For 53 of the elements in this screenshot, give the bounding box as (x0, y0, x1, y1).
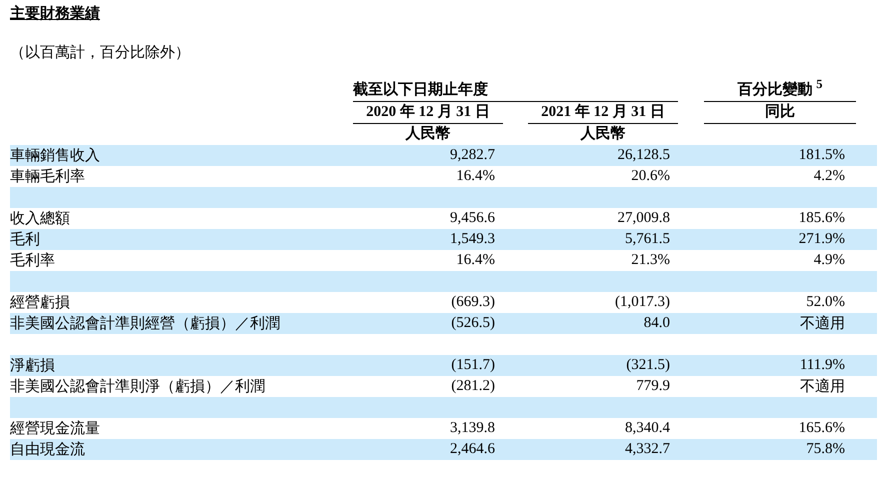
table-cell-text: 3,139.8 (449, 420, 496, 437)
column-header: 百分比變動 $^{5}$ (704, 80, 856, 102)
table-cell-text: 9,456.6 (449, 210, 496, 227)
table-cell-text: 1,549.3 (449, 231, 496, 248)
table-cell-text: 779.9 (635, 378, 671, 395)
section-title: 主要財務業績 (10, 4, 100, 24)
table-cell-text: 26,128.5 (616, 147, 671, 164)
table-cell-text: (1,017.3) (614, 294, 671, 311)
table-cell-text: 84.0 (642, 315, 671, 332)
table-cell-text: 75.8% (805, 441, 846, 458)
row-label: 車輛毛利率 (10, 167, 85, 186)
table-cell-text: 165.6% (798, 420, 846, 437)
table-cell-text: 8,340.4 (624, 420, 671, 437)
column-header: 同比 (704, 102, 856, 124)
table-cell-text: 16.4% (455, 252, 496, 269)
table-cell-text: 52.0% (805, 294, 846, 311)
table-cell-text: 181.5% (798, 147, 846, 164)
table-cell-text: 111.9% (798, 357, 846, 374)
row-label: 非美國公認會計準則淨（虧損）／利潤 (10, 377, 265, 396)
table-cell-text: 27,009.8 (616, 210, 671, 227)
row-label: 非美國公認會計準則經營（虧損）／利潤 (10, 314, 280, 333)
table-cell-text: 20.6% (630, 168, 671, 185)
table-cell-text: 185.6% (798, 210, 846, 227)
table-cell-text: 不適用 (799, 377, 846, 396)
currency-header: 人民幣 (404, 124, 452, 144)
currency-header: 人民幣 (579, 124, 626, 144)
table-cell-text: 16.4% (455, 168, 496, 185)
table-cell-text: (669.3) (450, 294, 496, 311)
table-cell-text: 4.9% (812, 252, 846, 269)
table-cell-text: 4.2% (812, 168, 846, 185)
column-header: 2020 年 12 月 31 日 (353, 102, 503, 124)
table-cell-text: 不適用 (799, 314, 846, 333)
table-cell-text: 21.3% (630, 252, 671, 269)
table-cell-text: 271.9% (798, 231, 846, 248)
column-header: 2021 年 12 月 31 日 (528, 102, 678, 124)
row-label: 淨虧損 (10, 356, 55, 375)
table-cell-text: (151.7) (450, 357, 496, 374)
row-label: 自由現金流 (10, 440, 85, 459)
table-cell-text: (526.5) (450, 315, 496, 332)
row-label: 毛利 (10, 230, 40, 249)
units-note: （以百萬計，百分比除外） (10, 44, 190, 63)
row-label: 毛利率 (10, 251, 55, 270)
table-cell-text: 9,282.7 (449, 147, 496, 164)
column-group-header: 截至以下日期止年度 (353, 80, 678, 102)
table-cell-text: 4,332.7 (624, 441, 671, 458)
table-cell-text: 2,464.6 (449, 441, 496, 458)
table-cell-text: (321.5) (625, 357, 671, 374)
row-label: 車輛銷售收入 (10, 146, 100, 165)
table-cell-text: 5,761.5 (624, 231, 671, 248)
table-cell-text: (281.2) (450, 378, 496, 395)
row-label: 經營虧損 (10, 294, 70, 312)
row-label: 收入總額 (10, 210, 70, 228)
row-label: 經營現金流量 (10, 419, 100, 438)
